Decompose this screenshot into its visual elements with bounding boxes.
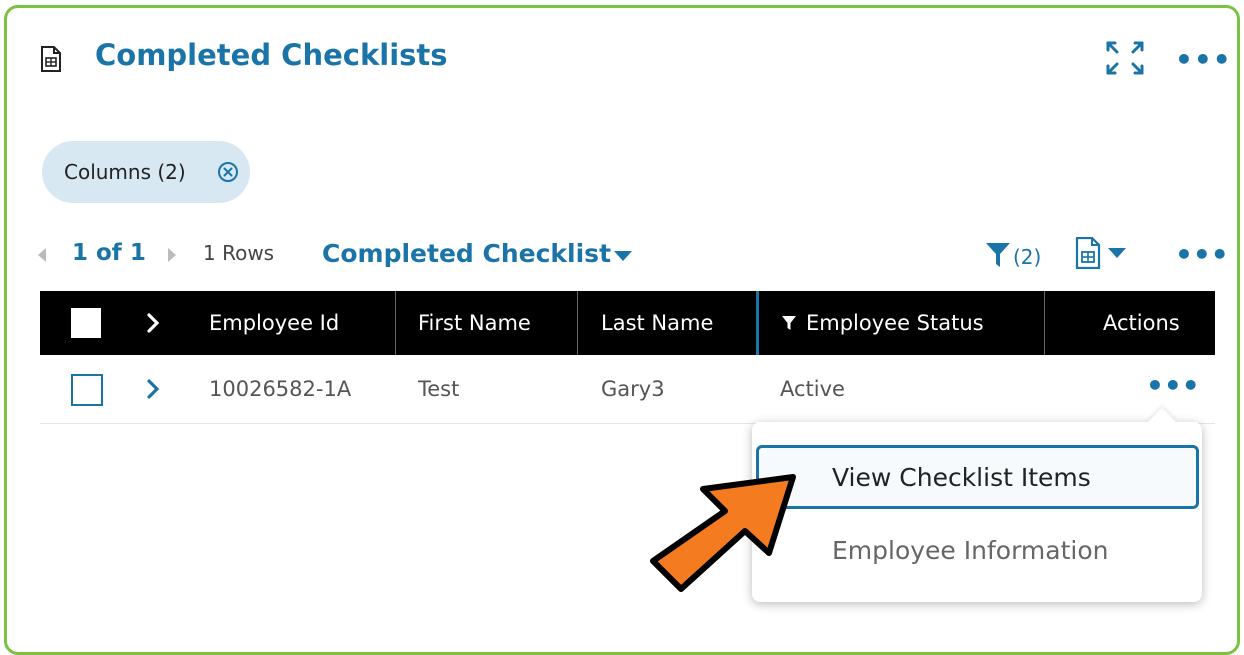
- spreadsheet-document-icon: [41, 46, 61, 72]
- expand-all-icon[interactable]: [146, 312, 160, 334]
- chevron-down-icon[interactable]: [613, 250, 633, 262]
- columns-chip-label: Columns (2): [64, 160, 186, 184]
- filter-button[interactable]: (2): [985, 241, 1041, 269]
- row-actions-menu: View Checklist Items Employee Informatio…: [752, 407, 1202, 602]
- spreadsheet-export-icon: [1075, 237, 1101, 269]
- chevron-down-icon: [1108, 248, 1126, 258]
- cell-last-name: Gary3: [601, 377, 665, 401]
- view-selector[interactable]: Completed Checklist: [322, 239, 611, 268]
- filter-count: (2): [1013, 245, 1042, 269]
- table-header: Employee Id First Name Last Name Employe…: [40, 291, 1215, 355]
- employee-status-label: Employee Status: [806, 311, 984, 335]
- close-circle-icon[interactable]: [216, 160, 240, 184]
- expand-icon[interactable]: [1105, 40, 1145, 76]
- cell-employee-status: Active: [780, 377, 845, 401]
- previous-page-icon[interactable]: [35, 245, 49, 265]
- column-separator: [395, 291, 396, 355]
- select-all-checkbox[interactable]: [71, 308, 101, 338]
- row-actions-more-icon[interactable]: •••: [1146, 369, 1200, 402]
- column-header-actions: Actions: [1103, 311, 1180, 335]
- column-separator: [756, 291, 759, 355]
- next-page-icon[interactable]: [165, 245, 179, 265]
- widget-more-icon[interactable]: •••: [1175, 43, 1232, 76]
- column-header-last-name[interactable]: Last Name: [601, 291, 713, 355]
- menu-item-view-checklist-items[interactable]: View Checklist Items: [756, 445, 1199, 509]
- table-row[interactable]: 10026582-1A Test Gary3 Active •••: [40, 355, 1215, 424]
- chevron-right-icon[interactable]: [146, 378, 160, 400]
- filter-icon: [986, 243, 1010, 267]
- row-count: 1 Rows: [203, 241, 275, 265]
- columns-filter-chip[interactable]: Columns (2): [42, 141, 250, 203]
- column-separator: [577, 291, 578, 355]
- cell-first-name: Test: [418, 377, 460, 401]
- column-header-employee-status[interactable]: Employee Status: [782, 291, 984, 355]
- grid-more-icon[interactable]: •••: [1175, 238, 1229, 271]
- cell-employee-id: 10026582-1A: [209, 377, 352, 401]
- export-button[interactable]: [1075, 237, 1127, 269]
- widget-title: Completed Checklists: [95, 38, 448, 72]
- menu-item-employee-information[interactable]: Employee Information: [756, 518, 1199, 582]
- page-indicator: 1 of 1: [72, 240, 146, 266]
- column-separator: [1044, 291, 1045, 355]
- column-header-first-name[interactable]: First Name: [418, 291, 531, 355]
- row-checkbox[interactable]: [71, 374, 103, 406]
- filter-icon: [782, 316, 796, 330]
- pointer-arrow-annotation: [650, 474, 796, 592]
- column-header-employee-id[interactable]: Employee Id: [209, 291, 339, 355]
